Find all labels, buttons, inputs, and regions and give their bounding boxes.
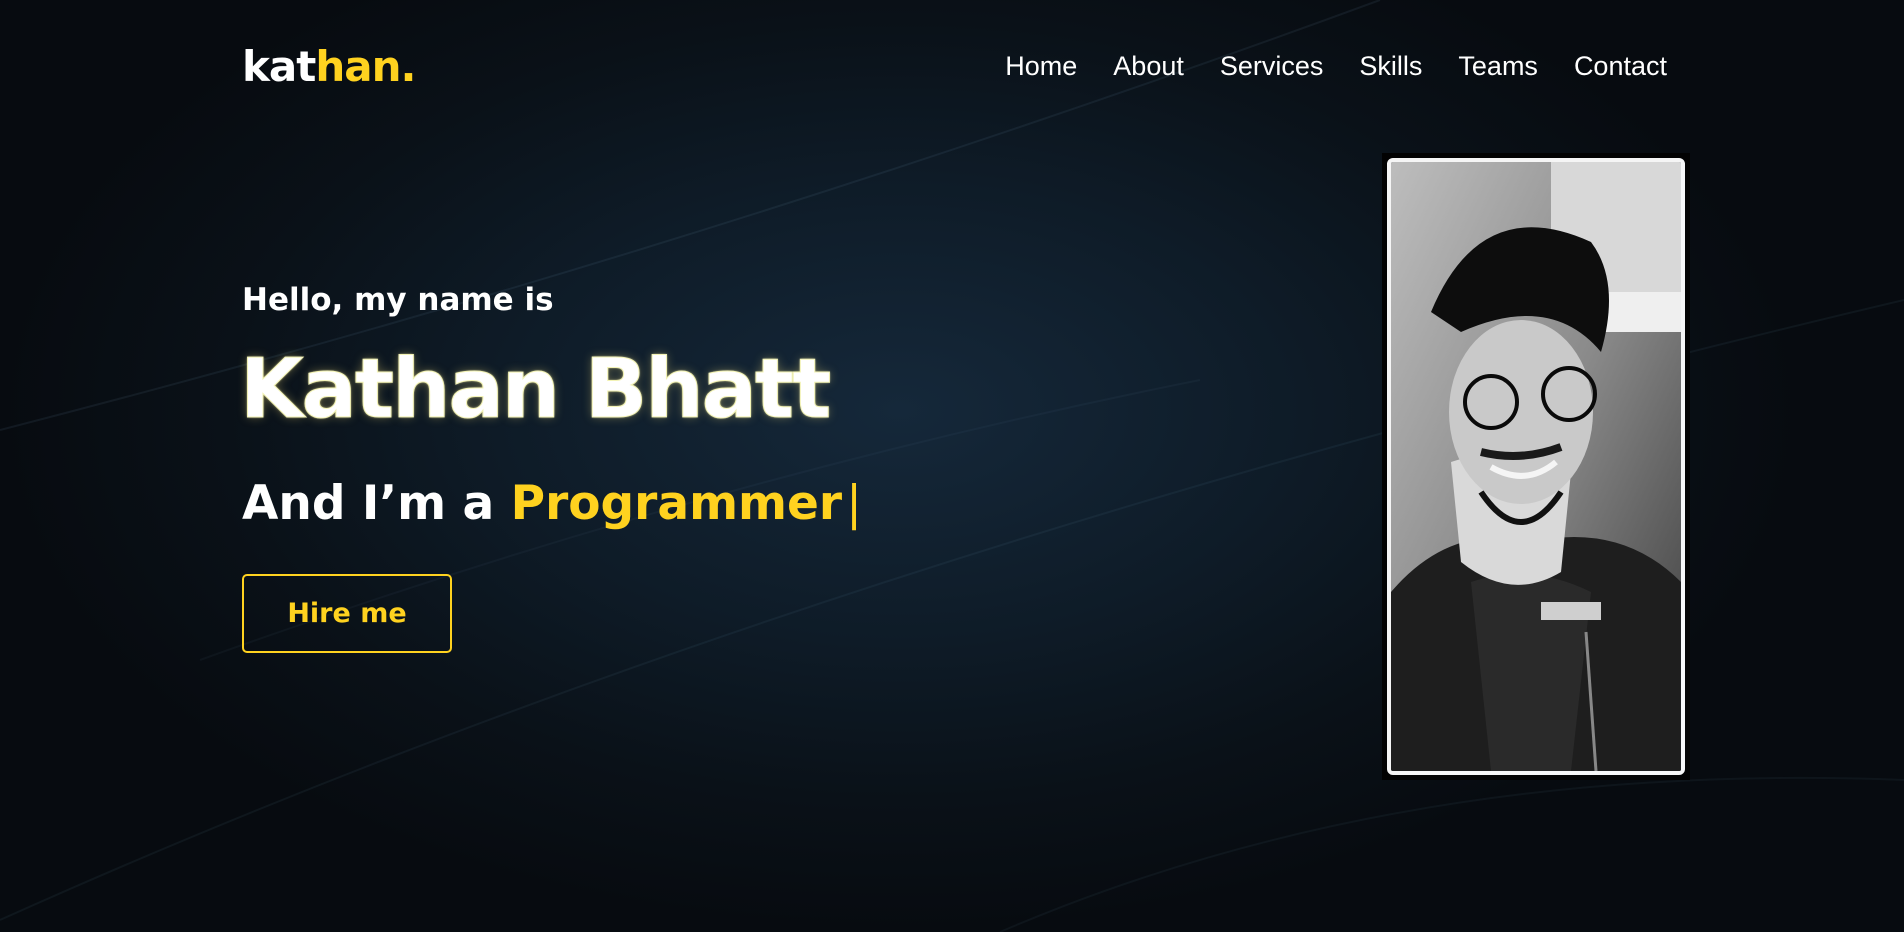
profile-photo (1387, 158, 1685, 775)
nav-about-link[interactable]: About (1113, 46, 1184, 86)
hire-me-button[interactable]: Hire me (242, 574, 452, 653)
nav-teams-link[interactable]: Teams (1458, 46, 1538, 86)
hero-name: Kathan Bhatt (239, 342, 831, 438)
nav-skills-link[interactable]: Skills (1359, 46, 1422, 86)
profile-photo-illustration (1391, 162, 1681, 771)
logo-text-primary: kat (242, 42, 316, 91)
hero-greeting: Hello, my name is (242, 282, 554, 318)
main-nav: Home About Services Skills Teams Contact (1005, 46, 1667, 86)
nav-home-link[interactable]: Home (1005, 46, 1077, 86)
logo-text-accent: han. (315, 42, 416, 91)
role-highlight: Programmer (510, 476, 843, 531)
profile-photo-frame (1382, 153, 1690, 780)
typing-cursor: | (846, 476, 862, 531)
site-logo[interactable]: kathan. (242, 42, 416, 92)
nav-contact-link[interactable]: Contact (1574, 46, 1667, 86)
hero-role: And I’m a Programmer| (242, 474, 862, 534)
nav-services-link[interactable]: Services (1220, 46, 1324, 86)
role-prefix: And I’m a (242, 476, 495, 531)
